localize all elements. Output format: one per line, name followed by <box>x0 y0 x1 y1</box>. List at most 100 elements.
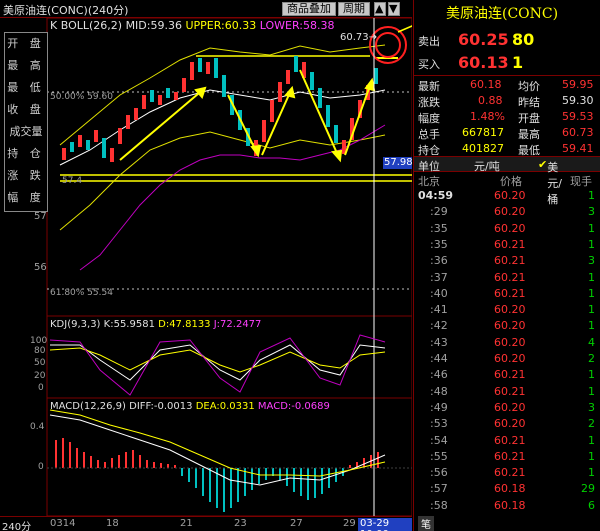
chart-area[interactable]: 美原油连(CONC)(240分) 商品叠加 周期 ▲ ▼ K BOLL(26,2… <box>0 0 413 531</box>
tick-row: :56 60.21 1 <box>414 465 600 481</box>
tick-row: :53 60.20 2 <box>414 416 600 432</box>
tick-qty: 3 <box>588 400 595 414</box>
tick-qty: 1 <box>588 270 595 284</box>
kdj-axis-20: 20 <box>34 371 46 381</box>
menu-volume[interactable]: 成交量 <box>5 121 47 143</box>
tick-price: 60.21 <box>494 237 526 251</box>
macd-label: MACD(12,26,9) <box>50 401 126 412</box>
tick-qty: 1 <box>588 286 595 300</box>
x-label: 29 <box>343 518 356 529</box>
tick-qty: 1 <box>588 319 595 333</box>
menu-range[interactable]: 幅 度 <box>5 187 47 209</box>
tick-time: :43 <box>430 335 448 349</box>
tick-price: 60.21 <box>494 254 526 268</box>
tick-time: :37 <box>430 270 448 284</box>
fib618-label: 61.80% 55.54 <box>50 288 113 298</box>
tick-header: 北京 价格 现手 <box>418 175 592 188</box>
sell-qty: 80 <box>512 30 535 49</box>
tick-time: :42 <box>430 319 448 333</box>
buy-qty: 1 <box>512 53 524 72</box>
tick-qty: 4 <box>588 335 595 349</box>
tick-time: :40 <box>430 286 448 300</box>
menu-open[interactable]: 开 盘 <box>5 33 47 55</box>
x-label: 27 <box>290 518 303 529</box>
product-overlay-button[interactable]: 商品叠加 <box>282 2 336 16</box>
tick-time: 04:59 <box>418 189 454 202</box>
kdj-legend: KDJ(9,3,3) K:55.9581 D:47.8133 J:72.2477 <box>50 319 261 330</box>
tick-row: :29 60.20 3 <box>414 204 600 220</box>
period-label[interactable]: 240分 <box>2 518 31 531</box>
boll-lower-value: LOWER:58.38 <box>259 19 335 32</box>
tick-row: :49 60.20 3 <box>414 400 600 416</box>
tick-qty: 2 <box>588 352 595 365</box>
y-label-57: 57 <box>34 211 47 222</box>
tick-row: :36 60.21 3 <box>414 253 600 269</box>
menu-low[interactable]: 最 低 <box>5 77 47 99</box>
sell-price: 60.25 <box>458 30 509 49</box>
tick-price: 60.21 <box>494 286 526 300</box>
kdj-axis-100: 100 <box>30 336 48 346</box>
tick-row: :54 60.21 1 <box>414 433 600 449</box>
tick-row: 04:59 60.20 1 <box>414 188 600 204</box>
kdj-axis-0: 0 <box>38 383 44 393</box>
menu-position[interactable]: 持 仓 <box>5 143 47 165</box>
boll-upper-value: UPPER:60.33 <box>185 19 257 32</box>
x-label: 23 <box>234 518 247 529</box>
stat-row: 总手 667817 最高 60.73 <box>418 126 594 141</box>
macd-dea-value: DEA:0.0331 <box>195 401 255 412</box>
currency-check[interactable]: ✔ 美元/桶 <box>538 158 562 206</box>
macd-histogram <box>55 438 379 512</box>
tick-time: :46 <box>430 368 448 382</box>
x-label: 18 <box>106 518 119 529</box>
tick-time: :57 <box>430 482 448 496</box>
highlight-circle <box>375 32 401 58</box>
stat-row: 涨跌 0.88 昨结 59.30 <box>418 94 594 109</box>
price-tag: 57.98 <box>384 157 413 168</box>
tick-row: :58 60.18 6 <box>414 498 600 514</box>
tick-row: :57 60.18 29 <box>414 481 600 497</box>
tick-row: :37 60.21 1 <box>414 270 600 286</box>
menu-change[interactable]: 涨 跌 <box>5 165 47 187</box>
scroll-down-button[interactable]: ▼ <box>388 2 400 16</box>
kdj-k-value: K:55.9581 <box>103 319 155 330</box>
macd-diff-value: DIFF:-0.0013 <box>129 401 193 412</box>
sell-label: 卖出 <box>418 35 440 48</box>
tick-time: :36 <box>430 254 448 268</box>
tick-qty: 3 <box>588 254 595 268</box>
tick-time: :55 <box>430 449 448 463</box>
tick-row: :42 60.20 1 <box>414 318 600 334</box>
y-label-57-4: 57.4 <box>62 176 83 186</box>
menu-close[interactable]: 收 盘 <box>5 99 47 121</box>
tick-qty: 1 <box>588 189 595 202</box>
ma-line <box>79 124 386 271</box>
chart-svg <box>46 17 412 517</box>
y-label-56: 56 <box>34 262 47 273</box>
menu-high[interactable]: 最 高 <box>5 55 47 77</box>
kdj-label: KDJ(9,3,3) <box>50 319 101 330</box>
period-button[interactable]: 周期 <box>338 2 370 16</box>
unit-row: 单位 元/吨 ✔ 美元/桶 <box>414 156 600 206</box>
tick-price: 60.20 <box>494 189 526 202</box>
tick-row: :35 60.21 1 <box>414 237 600 253</box>
tick-row: :46 60.21 1 <box>414 367 600 383</box>
tick-tab[interactable]: 笔 <box>418 516 434 531</box>
boll-mid-value: MID:59.36 <box>125 19 182 32</box>
tick-time: :54 <box>430 433 448 447</box>
tick-row: :44 60.20 2 <box>414 351 600 367</box>
tick-price: 60.20 <box>494 205 526 219</box>
tick-qty: 1 <box>588 237 595 251</box>
macd-value: MACD:-0.0689 <box>257 401 330 412</box>
kdj-j-line <box>49 334 386 396</box>
macd-legend: MACD(12,26,9) DIFF:-0.0013 DEA:0.0331 MA… <box>50 401 330 412</box>
tick-row: :48 60.21 1 <box>414 384 600 400</box>
tick-qty: 1 <box>588 303 595 317</box>
tick-qty: 1 <box>588 466 595 480</box>
x-axis-bar: 240分 0314 18 21 23 27 29 03-29 10:00 <box>0 516 412 531</box>
tick-qty: 1 <box>588 449 595 463</box>
tick-row: :43 60.20 4 <box>414 335 600 351</box>
tick-time: :56 <box>430 466 448 480</box>
high-marker: 60.73→ <box>340 32 378 43</box>
tick-price: 60.20 <box>494 335 526 349</box>
scroll-up-button[interactable]: ▲ <box>374 2 386 16</box>
annotation-title: 美原油连(CONC) <box>446 6 559 22</box>
